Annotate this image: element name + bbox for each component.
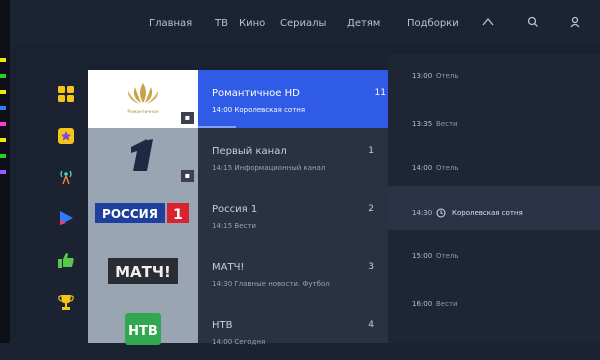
channel-logo-romantic[interactable]: Романтичное ▪	[88, 70, 198, 128]
channel-logo-ntv[interactable]: НТВ	[88, 302, 198, 360]
schedule-item[interactable]: 13:35 Вести	[388, 98, 600, 142]
perviy-logo	[123, 133, 163, 181]
channel-name: Россия 1	[212, 204, 258, 215]
schedule-title: Отель	[436, 164, 459, 172]
channel-current-program: 14:30 Главные новости. Футбол	[212, 280, 330, 288]
schedule-title: Вести	[436, 300, 458, 308]
nav-item-kids[interactable]: Детям	[347, 18, 380, 29]
svg-text:1: 1	[173, 207, 183, 223]
left-color-stripe	[0, 0, 10, 343]
category-favorites[interactable]	[52, 122, 80, 150]
schedule-item-current[interactable]: 14:30 Королевская сотня	[388, 186, 600, 230]
channel-row[interactable]: Первый канал 1 14:15 Информационный кана…	[198, 128, 388, 186]
schedule-time: 13:00	[412, 72, 433, 80]
nav-item-series[interactable]: Сериалы	[280, 18, 326, 29]
channel-row[interactable]: Романтичное HD 11 14:00 Королевская сотн…	[198, 70, 388, 128]
schedule-item[interactable]: 16:00 Вести	[388, 274, 600, 318]
channel-logo-perviy[interactable]: ▪	[88, 128, 198, 186]
category-sidebar	[44, 70, 88, 343]
category-broadcast[interactable]	[52, 162, 80, 190]
schedule-time: 14:30	[412, 209, 433, 217]
schedule-title: Королевская сотня	[452, 209, 523, 217]
channel-badge: ▪	[181, 112, 194, 124]
schedule-time: 14:00	[412, 164, 433, 172]
nav-item-tv[interactable]: ТВ	[215, 18, 228, 29]
schedule-item[interactable]: 14:00 Отель	[388, 142, 600, 186]
trophy-icon	[57, 293, 75, 311]
channel-number: 2	[368, 204, 374, 214]
category-recommended[interactable]	[52, 246, 80, 274]
channel-number: 1	[368, 146, 374, 156]
top-navigation: Главная ТВ Кино Сериалы Детям Подборки	[10, 0, 600, 44]
svg-text:НТВ: НТВ	[128, 324, 158, 339]
channel-number: 3	[368, 262, 374, 272]
channel-row[interactable]: Россия 1 2 14:15 Вести	[198, 186, 388, 244]
program-schedule: 13:00 Отель 13:35 Вести 14:00 Отель 14:3…	[388, 54, 600, 343]
thumbs-up-icon	[57, 251, 75, 269]
channel-current-program: 14:15 Вести	[212, 222, 256, 230]
channel-current-program: 14:00 Сегодня	[212, 338, 266, 346]
nav-item-collections[interactable]: Подборки	[407, 18, 459, 29]
channel-number: 11	[374, 88, 386, 98]
channel-current-program: 14:15 Информационный канал	[212, 164, 326, 172]
channel-number: 4	[368, 320, 374, 330]
cinema-play-icon	[57, 209, 75, 227]
channel-badge: ▪	[181, 170, 194, 182]
schedule-item[interactable]: 15:00 Отель	[388, 230, 600, 274]
romantic-logo-text: Романтичное	[127, 109, 158, 115]
channel-name: НТВ	[212, 320, 233, 331]
rossiya-logo: РОССИЯ 1	[95, 201, 191, 229]
schedule-title: Отель	[436, 252, 459, 260]
nav-item-movies[interactable]: Кино	[239, 18, 265, 29]
schedule-item[interactable]: 13:00 Отель	[388, 54, 600, 98]
schedule-time: 16:00	[412, 300, 433, 308]
tv-program-icon[interactable]	[481, 15, 495, 29]
svg-text:МАТЧ!: МАТЧ!	[115, 263, 171, 281]
category-cinema[interactable]	[52, 204, 80, 232]
favorites-star-icon	[57, 127, 75, 145]
broadcast-icon	[57, 167, 75, 185]
channel-info-column: Романтичное HD 11 14:00 Королевская сотн…	[198, 70, 388, 346]
channel-name: Романтичное HD	[212, 88, 300, 99]
channel-logo-match[interactable]: МАТЧ!	[88, 244, 198, 302]
channel-name: Первый канал	[212, 146, 287, 157]
ntv-logo: НТВ	[125, 313, 161, 349]
match-logo: МАТЧ!	[108, 258, 178, 288]
live-clock-icon	[436, 208, 446, 218]
channel-row[interactable]: МАТЧ! 3 14:30 Главные новости. Футбол	[198, 244, 388, 302]
schedule-time: 13:35	[412, 120, 433, 128]
romantic-logo: Романтичное	[113, 75, 173, 123]
channel-row[interactable]: НТВ 4 14:00 Сегодня	[198, 302, 388, 360]
channel-name: МАТЧ!	[212, 262, 245, 273]
search-icon[interactable]	[526, 15, 540, 29]
schedule-title: Вести	[436, 120, 458, 128]
schedule-time: 15:00	[412, 252, 433, 260]
grid-icon	[57, 85, 75, 103]
channel-logo-rossiya[interactable]: РОССИЯ 1	[88, 186, 198, 244]
category-all[interactable]	[52, 80, 80, 108]
channel-logo-column: Романтичное ▪ ▪ РОССИЯ 1 МАТЧ! НТВ	[88, 70, 198, 345]
channel-current-program: 14:00 Королевская сотня	[212, 106, 306, 114]
svg-text:РОССИЯ: РОССИЯ	[102, 207, 158, 221]
nav-item-home[interactable]: Главная	[149, 18, 192, 29]
category-sports[interactable]	[52, 288, 80, 316]
schedule-title: Отель	[436, 72, 459, 80]
profile-icon[interactable]	[568, 15, 582, 29]
